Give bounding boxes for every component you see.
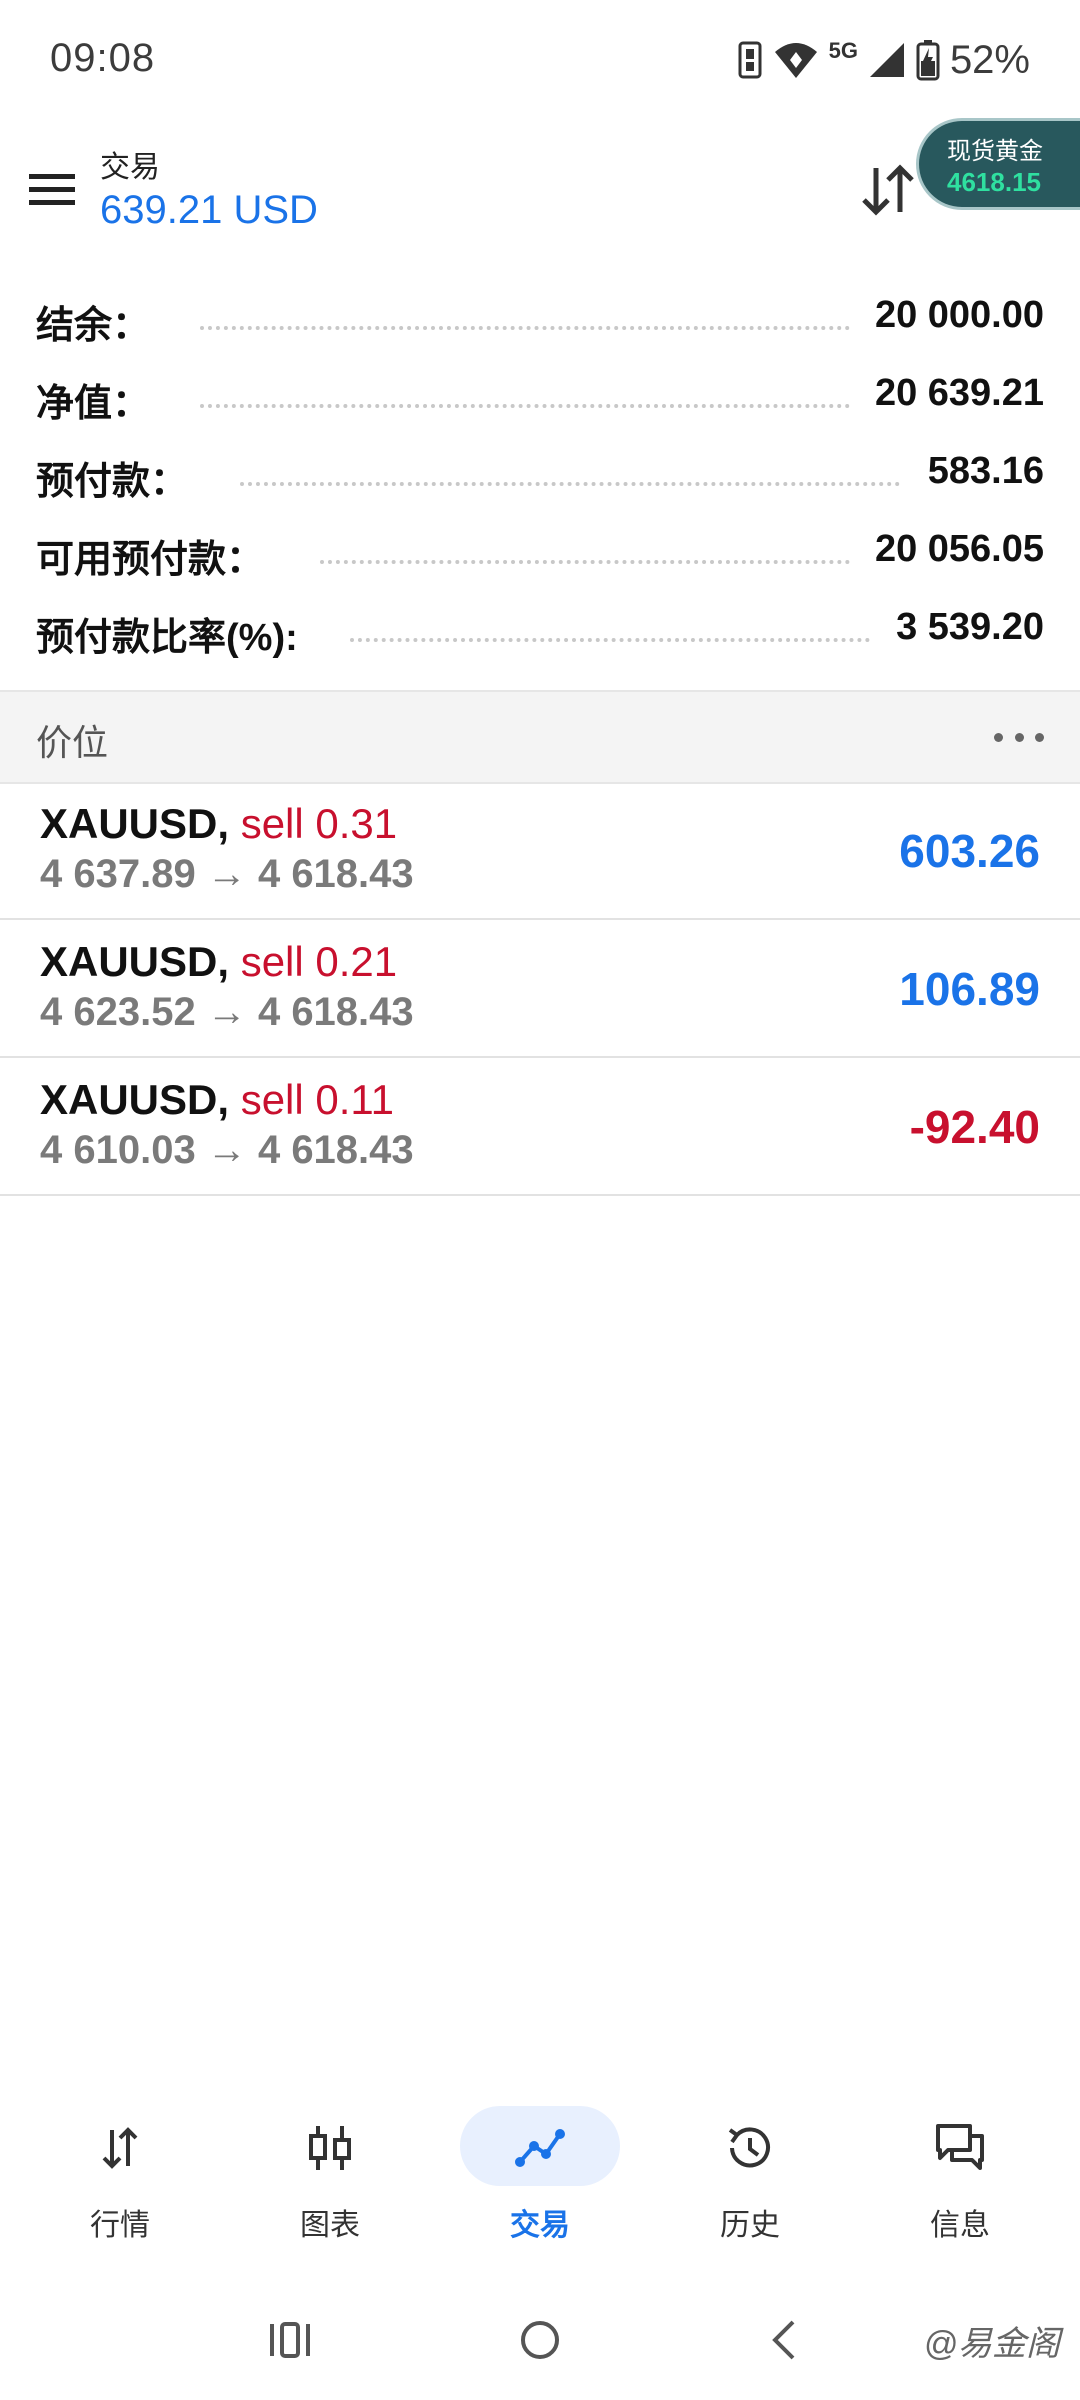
nav-item-history[interactable]: 历史: [665, 2080, 835, 2242]
network-type: 5G: [828, 38, 858, 63]
home-icon[interactable]: [510, 2310, 570, 2370]
status-icons: 5G 52%: [737, 36, 1030, 84]
more-dot-icon: [994, 732, 1003, 742]
price-arrow-icon: →: [206, 990, 247, 1034]
position-prices: 4 623.52 → 4 618.43: [40, 990, 414, 1035]
position-profit: 106.89: [899, 963, 1040, 1015]
menu-button[interactable]: [22, 160, 82, 220]
summary-dots: [320, 560, 850, 564]
summary-row-margin-level: 预付款比率(%): 3 539.20: [0, 592, 1080, 670]
position-side: sell 0.21: [240, 938, 398, 985]
price-current: 4 618.43: [257, 1128, 414, 1172]
summary-value: 3 539.20: [884, 606, 1044, 649]
summary-dots: [200, 326, 850, 330]
watermark: @易金阁: [923, 2325, 1060, 2363]
price-open: 4 610.03: [40, 1128, 196, 1172]
nav-item-messages[interactable]: 信息: [875, 2080, 1045, 2242]
battery-icon: [916, 40, 940, 81]
position-row[interactable]: XAUUSD, sell 0.21 4 623.52 → 4 618.43 10…: [0, 920, 1080, 1058]
position-prices: 4 637.89 → 4 618.43: [40, 852, 414, 897]
more-dot-icon: [1014, 732, 1024, 742]
hamburger-icon: [29, 174, 75, 205]
chart-icon: [309, 2126, 351, 2170]
nav-label: 历史: [720, 2209, 780, 2242]
position-prices: 4 610.03 → 4 618.43: [40, 1128, 414, 1173]
total-profit: 639.21 USD: [100, 188, 318, 232]
summary-row-balance: 结余： 20 000.00: [0, 280, 1080, 358]
summary-label: 预付款比率(%):: [36, 606, 310, 661]
price-current: 4 618.43: [257, 990, 414, 1034]
price-arrow-icon: →: [206, 1128, 247, 1172]
signal-icon: [869, 43, 904, 77]
battery-level: 52%: [949, 37, 1030, 82]
nav-item-trade[interactable]: 交易: [455, 2080, 625, 2242]
messages-icon: [936, 2124, 984, 2170]
positions-list: XAUUSD, sell 0.31 4 637.89 → 4 618.43 60…: [0, 782, 1080, 1196]
sort-arrows-icon: [862, 164, 914, 216]
page-title: 交易: [100, 151, 160, 184]
ticker-label: 现货黄金: [947, 138, 1043, 165]
nav-item-quotes[interactable]: 行情: [35, 2080, 205, 2242]
summary-value: 20 056.05: [862, 528, 1044, 571]
summary-label: 净值：: [36, 372, 163, 427]
summary-value: 583.16: [915, 450, 1044, 493]
summary-dots: [240, 482, 900, 486]
summary-row-margin: 预付款： 583.16: [0, 436, 1080, 514]
account-summary: 结余： 20 000.00 净值： 20 639.21 预付款： 583.16 …: [0, 280, 1080, 670]
nav-label: 行情: [90, 2209, 150, 2242]
spot-gold-ticker[interactable]: 现货黄金 4618.15: [916, 118, 1080, 210]
summary-label: 可用预付款：: [36, 528, 277, 583]
app-bar: 交易 639.21 USD: [0, 120, 1080, 260]
position-row[interactable]: XAUUSD, sell 0.31 4 637.89 → 4 618.43 60…: [0, 782, 1080, 920]
nav-label: 图表: [300, 2209, 360, 2242]
summary-label: 结余：: [36, 294, 163, 349]
nav-label: 交易: [510, 2209, 570, 2242]
bottom-navigation: 行情 图表 交易 历史 信息: [0, 2080, 1080, 2242]
price-current: 4 618.43: [257, 852, 414, 896]
position-side: sell 0.31: [240, 800, 398, 847]
summary-dots: [200, 404, 850, 408]
more-options-button[interactable]: [994, 722, 1044, 752]
status-time: 09:08: [50, 36, 156, 80]
status-bar: 09:08 5G 52%: [0, 0, 1080, 120]
summary-row-free-margin: 可用预付款： 20 056.05: [0, 514, 1080, 592]
position-header: XAUUSD, sell 0.11: [40, 1076, 394, 1124]
wifi-icon: [774, 43, 817, 78]
position-row[interactable]: XAUUSD, sell 0.11 4 610.03 → 4 618.43 -9…: [0, 1058, 1080, 1196]
nav-label: 信息: [930, 2209, 990, 2242]
price-arrow-icon: →: [206, 852, 247, 896]
more-dot-icon: [1035, 732, 1044, 742]
price-open: 4 637.89: [40, 852, 196, 896]
position-header: XAUUSD, sell 0.31: [40, 800, 397, 848]
back-icon[interactable]: [755, 2310, 815, 2370]
position-symbol: XAUUSD,: [40, 800, 230, 847]
position-header: XAUUSD, sell 0.21: [40, 938, 397, 986]
position-profit: -92.40: [909, 1101, 1040, 1153]
summary-value: 20 000.00: [862, 294, 1044, 337]
system-navigation: [0, 2290, 1080, 2380]
position-symbol: XAUUSD,: [40, 938, 230, 985]
ticker-value: 4618.15: [947, 167, 1041, 197]
trade-icon: [515, 2129, 565, 2167]
summary-row-equity: 净值： 20 639.21: [0, 358, 1080, 436]
positions-section-header: 价位: [0, 690, 1080, 784]
summary-value: 20 639.21: [862, 372, 1044, 415]
position-symbol: XAUUSD,: [40, 1076, 230, 1123]
section-title: 价位: [36, 722, 109, 763]
nav-item-chart[interactable]: 图表: [245, 2080, 415, 2242]
recent-apps-icon[interactable]: [260, 2310, 320, 2370]
summary-label: 预付款：: [36, 450, 201, 505]
summary-dots: [350, 638, 870, 642]
position-side: sell 0.11: [240, 1076, 395, 1123]
nfc-icon: [738, 41, 762, 79]
position-profit: 603.26: [899, 825, 1040, 877]
price-open: 4 623.52: [40, 990, 196, 1034]
quotes-icon: [102, 2127, 138, 2169]
history-icon: [728, 2127, 770, 2168]
